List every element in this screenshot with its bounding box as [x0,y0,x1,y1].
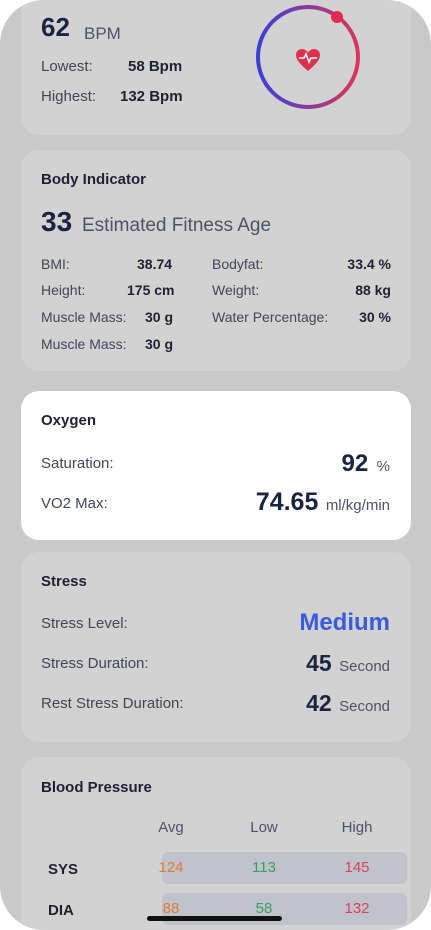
heart-rate-gauge [256,5,360,109]
saturation-value: 92 [341,450,369,477]
sys-low-value: 113 [252,859,276,876]
highest-label: Highest: [41,88,97,105]
phone-screen: 62 BPM Lowest: 58 Bpm Highest: 132 Bpm B… [0,0,431,930]
rest-stress-duration-label: Rest Stress Duration: [41,695,184,712]
height-value: 175 cm [127,282,175,298]
blood-pressure-title: Blood Pressure [41,779,152,796]
heart-pulse-icon [296,49,320,71]
blood-pressure-card[interactable]: Blood Pressure Avg Low High SYS 124 113 … [21,757,411,930]
dia-label: DIA [48,902,74,919]
muscle-mass-value-2: 30 g [145,336,174,352]
col-header-avg: Avg [158,819,184,836]
stress-card[interactable]: Stress Stress Level: Medium Stress Durat… [21,552,411,742]
oxygen-card[interactable]: Oxygen Saturation: 92 % VO2 Max: 74.65 m… [21,391,411,540]
fitness-age-label: Estimated Fitness Age [82,215,272,236]
bmi-label: BMI: [41,256,70,272]
rest-stress-duration-value: 42 [306,690,332,716]
sys-label: SYS [48,861,79,878]
muscle-mass-label-2: Muscle Mass: [41,336,127,352]
vo2-max-value: 74.65 [255,488,319,516]
water-percentage-label: Water Percentage: [212,309,329,325]
water-percentage-value: 30 % [359,309,391,325]
body-indicator-title: Body Indicator [41,171,147,188]
rest-stress-duration-unit: Second [339,698,390,715]
stress-duration-value: 45 [306,650,332,676]
vo2-max-label: VO2 Max: [41,495,108,512]
weight-label: Weight: [212,282,260,298]
saturation-unit: % [376,458,390,475]
col-header-high: High [341,819,373,836]
saturation-label: Saturation: [41,455,114,472]
col-header-low: Low [250,819,278,836]
oxygen-title: Oxygen [41,412,97,429]
sys-high-value: 145 [344,859,370,876]
fitness-age-value: 33 [41,206,73,237]
stress-duration-label: Stress Duration: [41,655,149,672]
stress-duration-readout: 45 Second [306,650,390,677]
bodyfat-value: 33.4 % [347,256,391,272]
weight-value: 88 kg [355,282,391,298]
height-label: Height: [41,282,86,298]
bodyfat-label: Bodyfat: [212,256,264,272]
stress-duration-unit: Second [339,658,390,675]
body-indicator-card[interactable]: Body Indicator 33 Estimated Fitness Age … [21,150,411,371]
sys-avg-value: 124 [158,859,184,876]
highest-value: 132 Bpm [120,88,183,105]
bpm-value: 62 [41,12,70,42]
rest-stress-duration-readout: 42 Second [306,690,390,717]
saturation-readout: 92 % [342,450,391,478]
lowest-value: 58 Bpm [128,58,183,75]
stress-level-value: Medium [299,609,390,636]
bpm-unit: BPM [84,24,121,43]
dia-high-value: 132 [344,900,370,917]
muscle-mass-label: Muscle Mass: [41,309,127,325]
muscle-mass-value: 30 g [145,309,174,325]
heart-rate-card[interactable]: 62 BPM Lowest: 58 Bpm Highest: 132 Bpm [21,0,411,135]
gauge-indicator-dot [331,11,343,23]
vo2-max-unit: ml/kg/min [325,497,390,514]
home-indicator[interactable] [147,916,282,921]
vo2-max-readout: 74.65 ml/kg/min [256,488,390,517]
lowest-label: Lowest: [41,58,93,75]
bmi-value: 38.74 [137,256,173,272]
stress-title: Stress [41,573,87,590]
stress-level-label: Stress Level: [41,615,128,632]
